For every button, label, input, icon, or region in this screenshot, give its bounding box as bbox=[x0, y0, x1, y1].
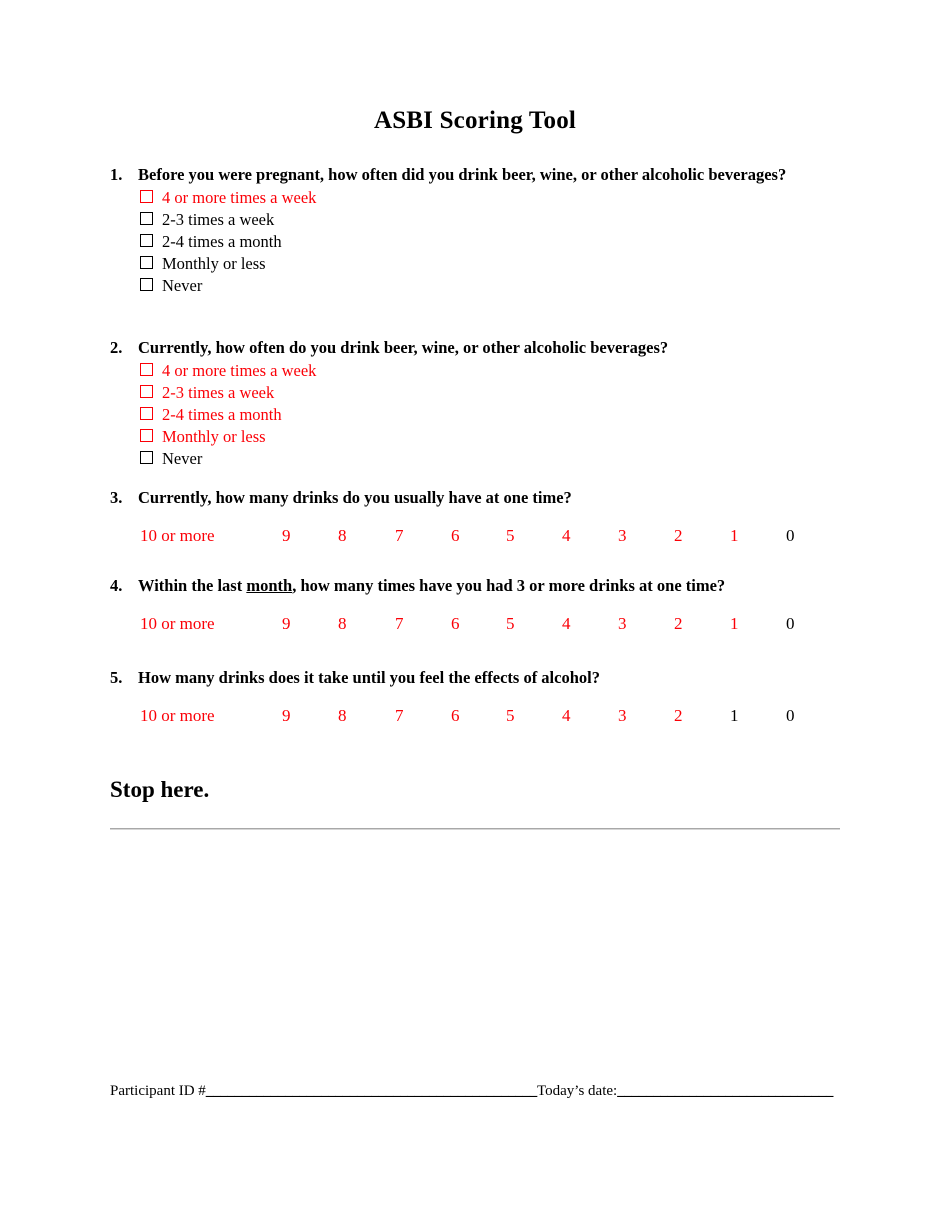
question-3-stem-part-1: Currently, how many drinks do you usuall… bbox=[138, 488, 572, 507]
question-5-stem-part-1: How many drinks does it take until you f… bbox=[138, 668, 600, 687]
document-page: ASBI Scoring Tool 1. Before you were preg… bbox=[0, 0, 950, 1230]
question-4-stem-part-1: Within the last bbox=[138, 576, 247, 595]
scale-option[interactable]: 4 bbox=[562, 707, 571, 724]
scale-option[interactable]: 6 bbox=[451, 707, 460, 724]
question-block-5: 5. How many drinks does it take until you… bbox=[110, 667, 840, 729]
scale-option[interactable]: 8 bbox=[338, 707, 347, 724]
checkbox-icon[interactable] bbox=[140, 234, 153, 248]
participant-id-field[interactable]: ________________________________________… bbox=[206, 1083, 538, 1099]
question-5-scale: 10 or more 9 8 7 6 5 4 3 2 1 0 bbox=[110, 707, 840, 729]
question-block-2: 2. Currently, how often do you drink beer… bbox=[110, 337, 840, 470]
checkbox-icon[interactable] bbox=[140, 407, 153, 421]
option-label: Never bbox=[162, 276, 203, 296]
option-label: 4 or more times a week bbox=[162, 188, 317, 208]
scale-option[interactable]: 7 bbox=[395, 707, 404, 724]
scale-option[interactable]: 3 bbox=[618, 615, 627, 632]
scale-option[interactable]: 1 bbox=[730, 707, 739, 724]
question-block-4: 4. Within the last month, how many times … bbox=[110, 575, 840, 637]
checkbox-icon[interactable] bbox=[140, 256, 153, 270]
scale-option[interactable]: 2 bbox=[674, 707, 683, 724]
scale-option[interactable]: 4 bbox=[562, 615, 571, 632]
question-block-3: 3. Currently, how many drinks do you usua… bbox=[110, 487, 840, 549]
scale-option[interactable]: 8 bbox=[338, 527, 347, 544]
todays-date-label: Today’s date: bbox=[537, 1083, 618, 1099]
scale-option[interactable]: 4 bbox=[562, 527, 571, 544]
scale-option[interactable]: 1 bbox=[730, 527, 739, 544]
option-row[interactable]: 4 or more times a week bbox=[140, 187, 840, 209]
scale-option[interactable]: 10 or more bbox=[140, 707, 215, 724]
question-2-stem-part-1: Currently, how often do you drink beer, … bbox=[138, 338, 669, 357]
question-1-stem-part-1: Before you were pregnant, how often did … bbox=[138, 165, 787, 184]
option-row[interactable]: 2-3 times a week bbox=[140, 209, 840, 231]
scale-option[interactable]: 5 bbox=[506, 615, 515, 632]
checkbox-icon[interactable] bbox=[140, 212, 153, 226]
scale-option[interactable]: 6 bbox=[451, 527, 460, 544]
scale-option[interactable]: 7 bbox=[395, 615, 404, 632]
question-5-stem: 5. How many drinks does it take until you… bbox=[110, 667, 840, 688]
question-5-number: 5. bbox=[110, 668, 123, 687]
checkbox-icon[interactable] bbox=[140, 278, 153, 292]
scale-option[interactable]: 5 bbox=[506, 527, 515, 544]
question-1-stem: 1. Before you were pregnant, how often di… bbox=[110, 164, 840, 185]
checkbox-icon[interactable] bbox=[140, 363, 153, 377]
question-2-stem: 2. Currently, how often do you drink beer… bbox=[110, 337, 840, 358]
footer: Participant ID #________________________… bbox=[110, 1083, 850, 1100]
option-row[interactable]: 2-3 times a week bbox=[140, 382, 840, 404]
option-label: 2-4 times a month bbox=[162, 232, 282, 252]
scale-option[interactable]: 10 or more bbox=[140, 615, 215, 632]
option-row[interactable]: Never bbox=[140, 448, 840, 470]
question-2-options: 4 or more times a week 2-3 times a week 2-… bbox=[110, 360, 840, 470]
scale-option[interactable]: 10 or more bbox=[140, 527, 215, 544]
scale-option[interactable]: 2 bbox=[674, 527, 683, 544]
question-4-scale: 10 or more 9 8 7 6 5 4 3 2 1 0 bbox=[110, 615, 840, 637]
option-label: Monthly or less bbox=[162, 254, 266, 274]
todays-date-field[interactable]: ______________________________ bbox=[617, 1083, 833, 1099]
scale-option[interactable]: 9 bbox=[282, 527, 291, 544]
stop-here-notice: Stop here. bbox=[110, 777, 210, 802]
question-3-scale: 10 or more 9 8 7 6 5 4 3 2 1 0 bbox=[110, 527, 840, 549]
scale-option[interactable]: 6 bbox=[451, 615, 460, 632]
question-3-stem: 3. Currently, how many drinks do you usua… bbox=[110, 487, 840, 508]
option-label: 4 or more times a week bbox=[162, 361, 317, 381]
option-label: 2-3 times a week bbox=[162, 383, 275, 403]
checkbox-icon[interactable] bbox=[140, 190, 153, 204]
option-row[interactable]: Never bbox=[140, 275, 840, 297]
question-block-1: 1. Before you were pregnant, how often di… bbox=[110, 164, 840, 297]
scale-option[interactable]: 2 bbox=[674, 615, 683, 632]
option-label: Never bbox=[162, 449, 203, 469]
section-divider bbox=[110, 828, 840, 830]
option-row[interactable]: 4 or more times a week bbox=[140, 360, 840, 382]
scale-option[interactable]: 0 bbox=[786, 527, 795, 544]
scale-option[interactable]: 3 bbox=[618, 707, 627, 724]
question-1-number: 1. bbox=[110, 165, 123, 184]
question-4-number: 4. bbox=[110, 576, 123, 595]
scale-option[interactable]: 9 bbox=[282, 707, 291, 724]
question-4-stem: 4. Within the last month, how many times … bbox=[110, 575, 840, 596]
option-row[interactable]: Monthly or less bbox=[140, 426, 840, 448]
checkbox-icon[interactable] bbox=[140, 429, 153, 443]
option-label: Monthly or less bbox=[162, 427, 266, 447]
question-3-number: 3. bbox=[110, 488, 123, 507]
question-4-stem-part-2-underlined: month bbox=[246, 576, 293, 595]
option-row[interactable]: Monthly or less bbox=[140, 253, 840, 275]
question-2-number: 2. bbox=[110, 338, 123, 357]
participant-id-label: Participant ID # bbox=[110, 1083, 206, 1099]
question-4-stem-part-3: , how many times have you had 3 or more … bbox=[292, 576, 726, 595]
scale-option[interactable]: 3 bbox=[618, 527, 627, 544]
scale-option[interactable]: 8 bbox=[338, 615, 347, 632]
scale-option[interactable]: 5 bbox=[506, 707, 515, 724]
scale-option[interactable]: 9 bbox=[282, 615, 291, 632]
scale-option[interactable]: 0 bbox=[786, 615, 795, 632]
scale-option[interactable]: 1 bbox=[730, 615, 739, 632]
checkbox-icon[interactable] bbox=[140, 385, 153, 399]
option-row[interactable]: 2-4 times a month bbox=[140, 404, 840, 426]
page-title: ASBI Scoring Tool bbox=[373, 107, 577, 134]
checkbox-icon[interactable] bbox=[140, 451, 153, 465]
option-label: 2-4 times a month bbox=[162, 405, 282, 425]
option-label: 2-3 times a week bbox=[162, 210, 275, 230]
option-row[interactable]: 2-4 times a month bbox=[140, 231, 840, 253]
question-1-options: 4 or more times a week 2-3 times a week 2-… bbox=[110, 187, 840, 297]
scale-option[interactable]: 7 bbox=[395, 527, 404, 544]
scale-option[interactable]: 0 bbox=[786, 707, 795, 724]
